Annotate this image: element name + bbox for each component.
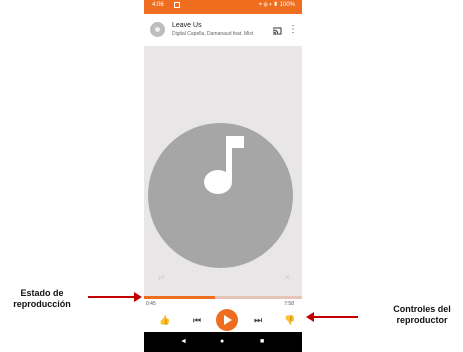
home-button[interactable]: ● [220,338,224,345]
notification-icon [174,2,180,8]
annotation-arrowhead-right [306,312,314,322]
back-button[interactable]: ◄ [180,338,187,345]
now-playing-bar[interactable]: Leave Us Digital Capella, Damanaud feat.… [144,14,302,46]
status-time: 4:06 [152,2,164,8]
album-art-icon[interactable] [150,22,165,37]
repeat-icon[interactable]: ✕ [284,273,291,282]
progress-bar[interactable] [144,296,302,299]
thumbs-down-button[interactable]: 👎 [281,311,299,329]
next-button[interactable]: ⏭ [249,311,267,329]
shuffle-icon[interactable]: ⇄ [158,273,165,282]
cast-icon[interactable] [272,26,282,36]
status-bar: 4:06 ⌖ ⊕ ▾ ▮ 100% [144,0,302,14]
annotation-arrowhead-left [134,292,142,302]
phone-screen: 4:06 ⌖ ⊕ ▾ ▮ 100% Leave Us Digital Capel… [144,0,302,352]
play-button[interactable] [216,309,238,331]
annotation-player-controls: Controles del reproductor [393,304,451,325]
time-row: 0:45 7:58 [144,300,302,308]
player-controls: 👍 ⏮ ⏭ 👎 [144,308,302,332]
system-nav-bar: ◄ ● ■ [144,332,302,352]
annotation-arrow-right [314,316,358,318]
track-title: Leave Us [172,22,202,29]
elapsed-time: 0:45 [146,301,156,307]
total-duration: 7:58 [284,301,294,307]
progress-fill [144,296,216,299]
annotation-arrow-left [88,296,138,298]
status-indicators: ⌖ ⊕ ▾ ▮ 100% [258,2,295,8]
music-note-icon [204,136,244,194]
track-artist: Digital Capella, Damanaud feat. Mist [172,31,254,37]
artwork-area: ⇄ ✕ [144,46,302,296]
annotation-playback-state: Estado de reproducción [13,288,71,309]
more-vert-icon[interactable]: ⋮ [288,25,298,35]
recents-button[interactable]: ■ [260,338,264,345]
previous-button[interactable]: ⏮ [188,311,206,329]
thumbs-up-button[interactable]: 👍 [156,311,174,329]
